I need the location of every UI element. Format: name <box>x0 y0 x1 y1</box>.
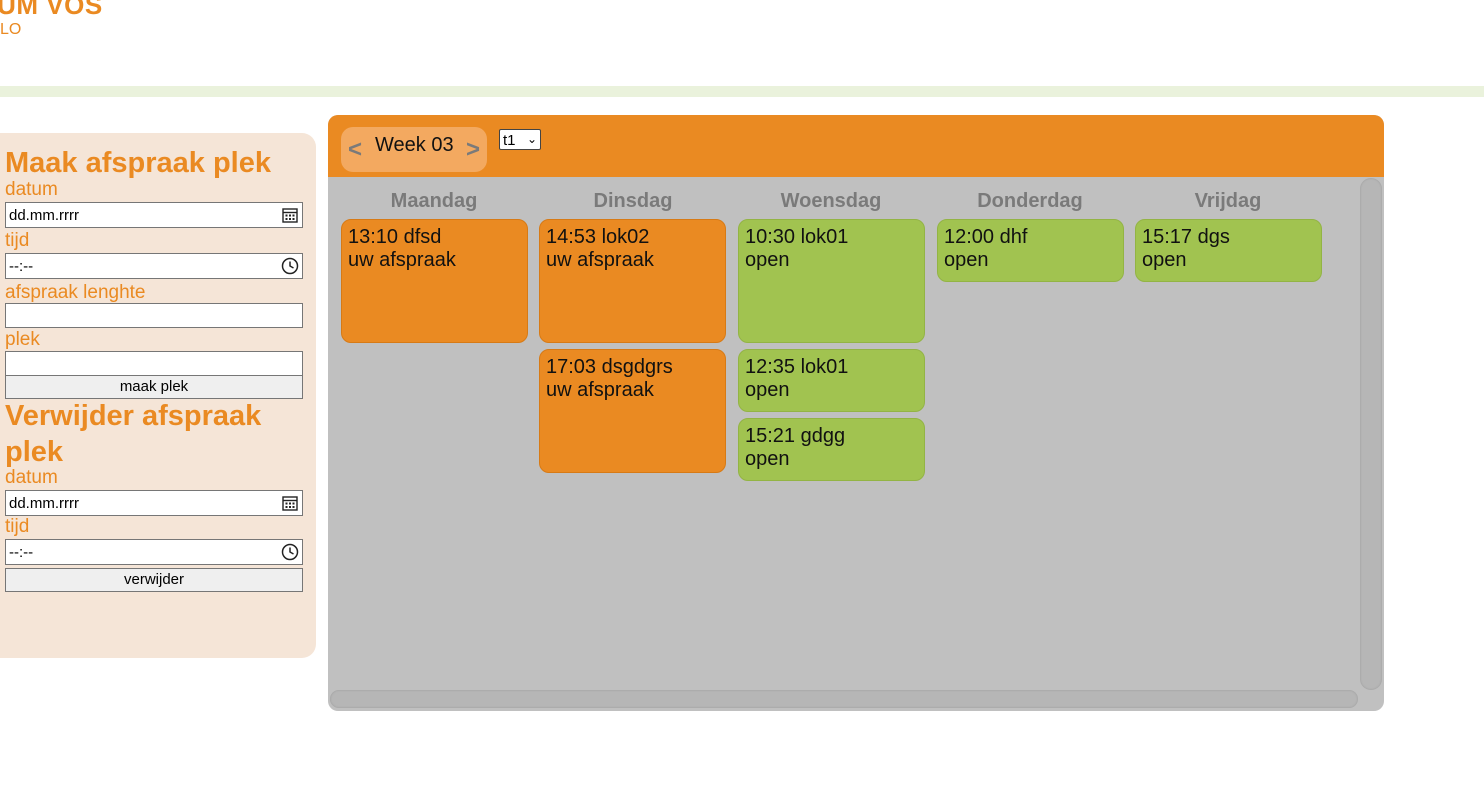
next-week-button[interactable]: > <box>466 136 480 164</box>
create-tijd-input[interactable]: --:-- <box>5 253 303 279</box>
header-divider <box>0 86 1484 97</box>
appointment-status: uw afspraak <box>546 379 654 401</box>
delete-datum-label: datum <box>5 467 58 488</box>
create-datum-input[interactable]: dd.mm.rrrr <box>5 202 303 228</box>
brand-subtitle: LO <box>0 21 22 38</box>
day-header-dinsdag: Dinsdag <box>593 190 673 212</box>
appointment-title: 15:17 dgs <box>1142 226 1230 248</box>
appointment-card[interactable]: 14:53 lok02 uw afspraak <box>539 219 726 343</box>
appointment-status: uw afspraak <box>546 249 654 271</box>
delete-tijd-label: tijd <box>5 516 30 537</box>
prev-week-button[interactable]: < <box>348 136 362 164</box>
appointment-status: open <box>1142 249 1187 271</box>
calendar-icon[interactable] <box>281 494 299 512</box>
create-plek-input[interactable] <box>5 351 303 376</box>
group-select-value: t1 <box>503 132 516 149</box>
day-header-maandag: Maandag <box>390 190 478 212</box>
delete-tijd-input[interactable]: --:-- <box>5 539 303 565</box>
create-form-title: Maak afspraak plek <box>5 147 271 179</box>
brand-title: CEUM VOS <box>0 0 103 20</box>
appointment-title: 14:53 lok02 <box>546 226 650 248</box>
day-header-donderdag: Donderdag <box>977 190 1083 212</box>
appointment-status: uw afspraak <box>348 249 456 271</box>
day-header-woensdag: Woensdag <box>780 190 882 212</box>
week-calendar: < Week 03 > t1 ⌄ Maandag Dinsdag Woensda… <box>328 115 1384 711</box>
appointment-card[interactable]: 17:03 dsgdgrs uw afspraak <box>539 349 726 473</box>
vertical-scrollbar[interactable] <box>1360 178 1382 690</box>
appointment-title: 15:21 gdgg <box>745 425 846 447</box>
appointment-title: 10:30 lok01 <box>745 226 849 248</box>
create-lengte-input[interactable] <box>5 303 303 328</box>
appointment-title: 12:00 dhf <box>944 226 1028 248</box>
appointment-status: open <box>944 249 989 271</box>
week-navigator: < Week 03 > <box>341 127 487 172</box>
appointment-status: open <box>745 249 790 271</box>
delete-form-title: Verwijder afspraak plek <box>5 400 262 468</box>
appointment-sidebar: Maak afspraak plek datum dd.mm.rrrr tijd… <box>0 133 316 658</box>
delete-datum-input[interactable]: dd.mm.rrrr <box>5 490 303 516</box>
appointment-title: 12:35 lok01 <box>745 356 849 378</box>
calendar-header: < Week 03 > t1 ⌄ <box>328 115 1384 177</box>
create-tijd-label: tijd <box>5 230 30 251</box>
delete-datum-value: dd.mm.rrrr <box>9 495 79 512</box>
appointment-card[interactable]: 15:21 gdgg open <box>738 418 925 481</box>
horizontal-scrollbar[interactable] <box>330 690 1358 708</box>
create-tijd-value: --:-- <box>9 258 34 275</box>
create-datum-label: datum <box>5 179 58 200</box>
create-plek-label: plek <box>5 329 40 350</box>
brand: CEUM VOS LO <box>0 0 103 40</box>
day-header-vrijdag: Vrijdag <box>1194 190 1262 212</box>
calendar-icon[interactable] <box>281 206 299 224</box>
appointment-status: open <box>745 448 790 470</box>
group-select[interactable]: t1 ⌄ <box>499 129 541 150</box>
appointment-status: open <box>745 379 790 401</box>
appointment-title: 17:03 dsgdgrs <box>546 356 673 378</box>
create-datum-value: dd.mm.rrrr <box>9 207 79 224</box>
clock-icon[interactable] <box>281 543 299 561</box>
week-label: Week 03 <box>375 134 454 156</box>
create-lengte-label: afspraak lenghte <box>5 282 146 303</box>
verwijder-button[interactable]: verwijder <box>5 568 303 592</box>
appointment-card[interactable]: 12:35 lok01 open <box>738 349 925 412</box>
appointment-card[interactable]: 15:17 dgs open <box>1135 219 1322 282</box>
maak-plek-button[interactable]: maak plek <box>5 375 303 399</box>
appointment-card[interactable]: 10:30 lok01 open <box>738 219 925 343</box>
chevron-down-icon: ⌄ <box>526 132 537 146</box>
appointment-title: 13:10 dfsd <box>348 226 442 248</box>
delete-tijd-value: --:-- <box>9 544 34 561</box>
appointment-card[interactable]: 12:00 dhf open <box>937 219 1124 282</box>
clock-icon[interactable] <box>281 257 299 275</box>
appointment-card[interactable]: 13:10 dfsd uw afspraak <box>341 219 528 343</box>
